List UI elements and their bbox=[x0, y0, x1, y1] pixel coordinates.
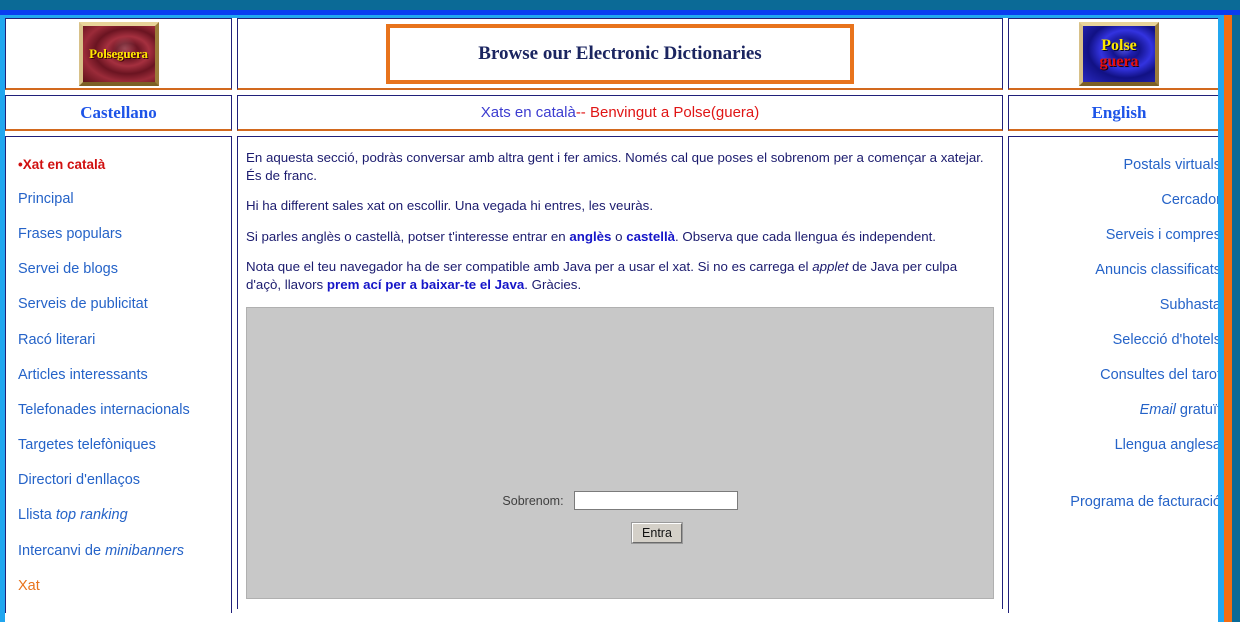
header-row: Polseguera Browse our Electronic Diction… bbox=[5, 18, 1218, 90]
nickname-input[interactable] bbox=[573, 491, 738, 511]
polseguera-logo-blue-icon[interactable]: Polse guera bbox=[1079, 21, 1159, 86]
lang-link-english[interactable]: English bbox=[1008, 95, 1218, 131]
body-row: •Xat en català Principal Frases populars… bbox=[5, 136, 1218, 613]
sidebar-item-email-plain: gratuït bbox=[1175, 401, 1218, 418]
p3-text-a: Si parles anglès o castellà, potser t'in… bbox=[246, 228, 570, 244]
sidebar-item-llengua-anglesa[interactable]: Llengua anglesa bbox=[1017, 427, 1218, 462]
sidebar-item-serveis-i-compres[interactable]: Serveis i compres bbox=[1017, 217, 1218, 252]
window-chrome-top-teal bbox=[0, 0, 1240, 10]
logo-right-line2: guera bbox=[1099, 52, 1139, 70]
dictionary-banner-button[interactable]: Browse our Electronic Dictionaries bbox=[386, 23, 854, 84]
enter-chat-button[interactable]: Entra bbox=[632, 523, 682, 544]
sidebar-item-serveis-de-publicitat[interactable]: Serveis de publicitat bbox=[16, 287, 221, 322]
sidebar-right-nav: Postals virtuals Cercador Serveis i comp… bbox=[1009, 137, 1218, 613]
sidebar-item-email-gratuit[interactable]: Email gratuït bbox=[1017, 392, 1218, 427]
sidebar-item-raco-literari[interactable]: Racó literari bbox=[16, 322, 221, 357]
main-content: En aquesta secció, podràs conversar amb … bbox=[237, 136, 1003, 609]
page-title: Xats en català -- Benvingut a Polse(guer… bbox=[237, 95, 1003, 131]
sidebar-right: Postals virtuals Cercador Serveis i comp… bbox=[1008, 136, 1218, 613]
page-content: Polseguera Browse our Electronic Diction… bbox=[5, 18, 1218, 622]
sidebar-item-llista-italic: top ranking bbox=[55, 507, 128, 524]
sidebar-item-postals-virtuals[interactable]: Postals virtuals bbox=[1017, 147, 1218, 182]
sidebar-item-email-italic: Email bbox=[1139, 401, 1176, 418]
link-angles[interactable]: anglès bbox=[569, 229, 611, 244]
header-logo-left-cell: Polseguera bbox=[5, 18, 232, 90]
sidebar-item-llista-plain: Llista bbox=[18, 507, 56, 524]
main-inner: En aquesta secció, podràs conversar amb … bbox=[238, 137, 1002, 609]
header-banner-cell: Browse our Electronic Dictionaries bbox=[237, 18, 1003, 90]
page-title-red: -- Benvingut a Polse(guera) bbox=[575, 104, 760, 121]
sidebar-item-articles-interessants[interactable]: Articles interessants bbox=[16, 357, 221, 392]
link-download-java[interactable]: prem ací per a baixar-te el Java bbox=[327, 277, 524, 292]
sidebar-item-consultes-del-tarot[interactable]: Consultes del tarot bbox=[1017, 357, 1218, 392]
sidebar-item-principal[interactable]: Principal bbox=[16, 181, 221, 216]
scrollbar-thumb[interactable] bbox=[1224, 15, 1232, 622]
sidebar-item-xat[interactable]: Xat bbox=[16, 568, 221, 603]
banner-text: Browse our Electronic Dictionaries bbox=[478, 42, 762, 64]
sidebar-item-servei-de-blogs[interactable]: Servei de blogs bbox=[16, 252, 221, 287]
sidebar-item-llista-top-ranking[interactable]: Llista top ranking bbox=[16, 498, 221, 533]
lang-castellano-label: Castellano bbox=[80, 102, 157, 122]
sidebar-item-subhasta[interactable]: Subhasta bbox=[1017, 287, 1218, 322]
sidebar-item-intercanvi-plain: Intercanvi de bbox=[18, 542, 106, 559]
link-castella[interactable]: castellà bbox=[626, 229, 675, 244]
sidebar-left: •Xat en català Principal Frases populars… bbox=[5, 136, 232, 613]
p3-text-c: . Observa que cada llengua és independen… bbox=[675, 228, 937, 244]
sidebar-item-telefonades-internacionals[interactable]: Telefonades internacionals bbox=[16, 392, 221, 427]
intro-paragraph-3: Si parles anglès o castellà, potser t'in… bbox=[246, 228, 994, 246]
sidebar-item-cercador[interactable]: Cercador bbox=[1017, 182, 1218, 217]
sidebar-item-xat-en-catala[interactable]: •Xat en català bbox=[16, 147, 221, 181]
sidebar-item-anuncis-classificats[interactable]: Anuncis classificats bbox=[1017, 252, 1218, 287]
chat-login-form: Sobrenom: Entra bbox=[247, 491, 993, 544]
language-row: Castellano Xats en català -- Benvingut a… bbox=[5, 95, 1218, 131]
sidebar-item-frases-populars[interactable]: Frases populars bbox=[16, 216, 221, 251]
p4-text-c: . Gràcies. bbox=[524, 276, 582, 292]
page-title-blue: Xats en català bbox=[480, 104, 576, 121]
window-chrome-right-edge bbox=[1232, 15, 1240, 622]
nickname-label: Sobrenom: bbox=[502, 493, 564, 508]
p4-applet-word: applet bbox=[812, 259, 849, 275]
lang-english-label: English bbox=[1091, 102, 1147, 122]
sidebar-item-targetes-telefoniques[interactable]: Targetes telefòniques bbox=[16, 428, 221, 463]
logo-left-text: Polseguera bbox=[89, 45, 148, 61]
sidebar-item-intercanvi-minibanners[interactable]: Intercanvi de minibanners bbox=[16, 533, 221, 568]
java-chat-applet[interactable]: Sobrenom: Entra bbox=[246, 307, 994, 600]
intro-paragraph-2: Hi ha different sales xat on escollir. U… bbox=[246, 198, 654, 214]
chat-button-row: Entra bbox=[247, 523, 993, 544]
sidebar-left-nav: •Xat en català Principal Frases populars… bbox=[6, 137, 231, 613]
lang-link-castellano[interactable]: Castellano bbox=[5, 95, 232, 131]
intro-paragraph-4: Nota que el teu navegador ha de ser comp… bbox=[246, 258, 994, 293]
sidebar-item-seleccio-dhotels[interactable]: Selecció d'hotels bbox=[1017, 322, 1218, 357]
sidebar-item-intercanvi-italic: minibanners bbox=[105, 542, 185, 559]
p4-text-a: Nota que el teu navegador ha de ser comp… bbox=[246, 259, 813, 275]
intro-paragraph-1: En aquesta secció, podràs conversar amb … bbox=[246, 150, 984, 183]
logo-right-line1: Polse bbox=[1101, 36, 1137, 54]
sidebar-item-directori-denllacos[interactable]: Directori d'enllaços bbox=[16, 463, 221, 498]
p3-text-b: o bbox=[611, 228, 627, 244]
polseguera-logo-icon[interactable]: Polseguera bbox=[78, 21, 159, 86]
screenshot-root: Polseguera Browse our Electronic Diction… bbox=[0, 0, 1240, 622]
header-logo-right-cell: Polse guera bbox=[1008, 18, 1218, 90]
sidebar-item-programa-de-facturacio[interactable]: Programa de facturació bbox=[1017, 484, 1218, 519]
